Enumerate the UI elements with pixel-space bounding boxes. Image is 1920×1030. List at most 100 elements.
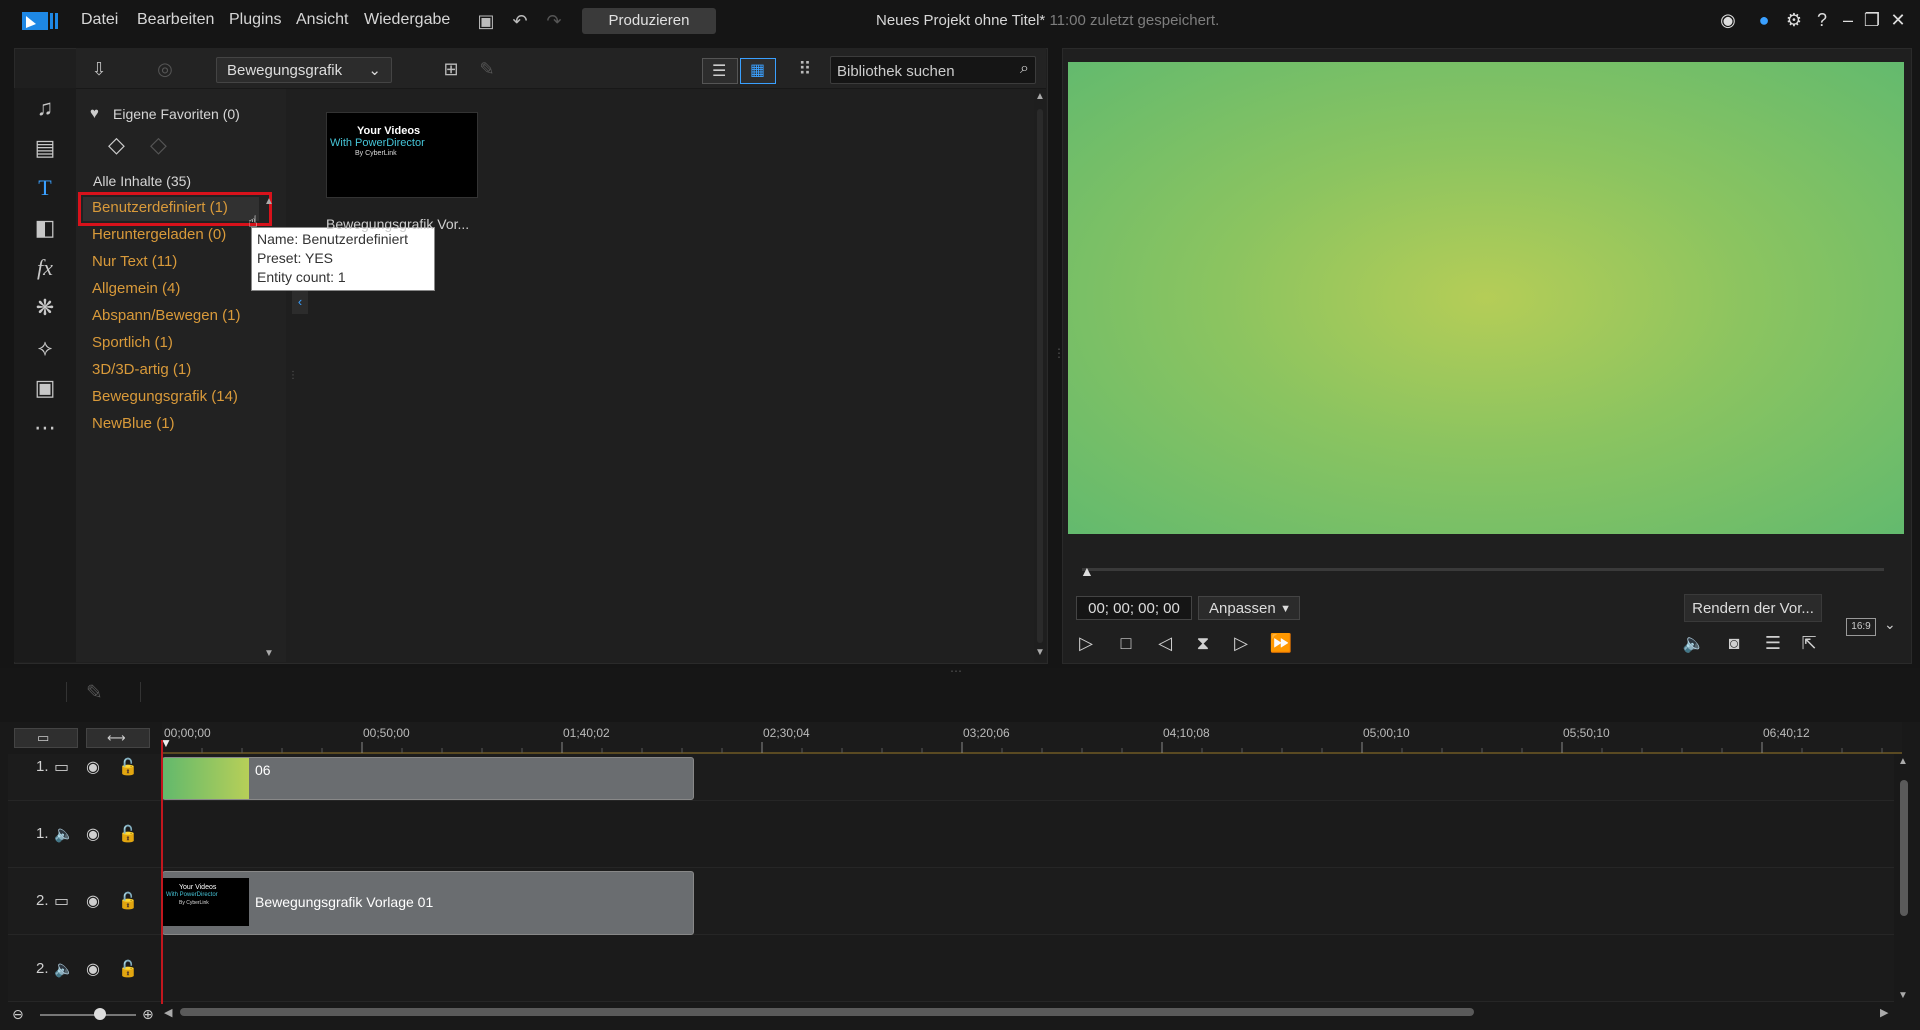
minimize-icon[interactable]: – (1836, 8, 1860, 32)
library-search[interactable]: ⌕ (830, 56, 1036, 84)
settings-list-icon[interactable]: ☰ (1760, 630, 1786, 656)
fit-timeline-button[interactable]: ⟷ (86, 728, 150, 748)
play-icon[interactable]: ▷ (1073, 630, 1099, 656)
templates-room-icon[interactable]: ▤ (14, 130, 76, 166)
menu-plugins[interactable]: Plugins (229, 11, 281, 29)
particle-room-icon[interactable]: ⟡ (14, 330, 76, 366)
category-dropdown[interactable]: Bewegungsgrafik ⌄ (216, 57, 392, 83)
timeline-horizontal-scroll-thumb[interactable] (180, 1008, 1474, 1016)
save-icon[interactable]: ▣ (475, 10, 497, 32)
timeline-scroll-down-icon[interactable]: ▼ (1898, 990, 1908, 1001)
preview-scrubber[interactable] (1082, 568, 1884, 571)
scroll-left-icon[interactable]: ◀ (164, 1006, 172, 1019)
scroll-down-icon[interactable]: ▼ (1035, 647, 1045, 658)
snapshot-camera-icon[interactable]: ◙ (1721, 630, 1747, 656)
media-room-icon[interactable]: ♫ (14, 90, 76, 126)
category-sportlich[interactable]: Sportlich (1) (92, 334, 173, 351)
volume-icon[interactable]: 🔈 (1681, 630, 1707, 656)
template-thumbnail[interactable]: Your Videos With PowerDirector By CyberL… (326, 112, 478, 198)
category-allgemein[interactable]: Allgemein (4) (92, 280, 180, 297)
scroll-right-icon[interactable]: ▶ (1880, 1006, 1888, 1019)
category-scroll-down-icon[interactable]: ▼ (264, 648, 274, 659)
all-content-label[interactable]: Alle Inhalte (35) (93, 173, 191, 189)
new-title-template-icon[interactable]: ⊞ (440, 58, 462, 80)
timeline-clip-color-board[interactable]: 06 (162, 757, 694, 800)
panel-resize-handle[interactable]: ⋮ (288, 370, 298, 381)
fx-room-icon[interactable]: fx (14, 250, 76, 286)
previous-frame-icon[interactable]: ◁ (1152, 630, 1178, 656)
subtitle-room-icon[interactable]: ▣ (14, 370, 76, 406)
category-heruntergeladen[interactable]: Heruntergeladen (0) (92, 226, 226, 243)
redo-icon[interactable]: ↷ (543, 10, 565, 32)
timeline-vertical-scroll-thumb[interactable] (1900, 780, 1908, 916)
track-manager-button[interactable]: ▭ (14, 728, 78, 748)
lock-icon[interactable]: 🔓 (118, 891, 138, 911)
category-nur-text[interactable]: Nur Text (11) (92, 253, 177, 270)
category-abspann-bewegen[interactable]: Abspann/Bewegen (1) (92, 307, 240, 324)
import-media-icon[interactable]: ⇩ (88, 58, 110, 80)
fast-forward-icon[interactable]: ⏩ (1268, 630, 1294, 656)
library-vertical-scrollbar[interactable]: ▲ ▼ (1034, 89, 1046, 662)
library-search-input[interactable] (835, 60, 1009, 82)
lock-icon[interactable]: 🔓 (118, 757, 138, 777)
account-icon[interactable]: ◉ (1716, 8, 1740, 32)
aspect-chevron-icon[interactable]: ⌄ (1884, 616, 1896, 633)
timeline-ruler[interactable] (162, 722, 1902, 754)
produce-button[interactable]: Produzieren (582, 8, 716, 34)
split-icon[interactable]: ⧗ (1190, 630, 1216, 656)
scrubber-handle[interactable]: ▲ (1080, 563, 1094, 579)
zoom-slider-knob[interactable] (94, 1008, 106, 1020)
zoom-slider[interactable] (40, 1014, 136, 1016)
menu-ansicht[interactable]: Ansicht (296, 11, 348, 29)
settings-gear-icon[interactable]: ⚙ (1782, 8, 1806, 32)
zoom-out-icon[interactable]: ⊖ (12, 1006, 24, 1023)
grid-view-button[interactable]: ▦ (740, 58, 776, 84)
edit-pen-icon[interactable]: ✎ (86, 680, 103, 705)
notification-icon[interactable]: ● (1752, 8, 1776, 32)
timeline-clip-motion-graphic[interactable]: Your Videos With PowerDirector By CyberL… (162, 871, 694, 935)
add-tag-icon[interactable]: ◇ (108, 132, 125, 158)
list-view-button[interactable]: ☰ (702, 58, 738, 84)
visibility-eye-icon[interactable]: ◉ (86, 959, 100, 979)
small-grid-icon[interactable]: ⠿ (794, 58, 816, 80)
zoom-in-icon[interactable]: ⊕ (142, 1006, 154, 1023)
search-icon[interactable]: ⌕ (1020, 60, 1029, 78)
category-3d[interactable]: 3D/3D-artig (1) (92, 361, 191, 378)
menu-bearbeiten[interactable]: Bearbeiten (137, 11, 214, 29)
visibility-eye-icon[interactable]: ◉ (86, 757, 100, 777)
category-newblue[interactable]: NewBlue (1) (92, 415, 175, 432)
close-icon[interactable]: ✕ (1886, 8, 1910, 32)
edit-tag-icon[interactable]: ◇ (150, 132, 167, 158)
download-content-icon[interactable]: ◎ (154, 58, 176, 80)
visibility-eye-icon[interactable]: ◉ (86, 824, 100, 844)
undo-icon[interactable]: ↶ (509, 10, 531, 32)
next-frame-icon[interactable]: ▷ (1228, 630, 1254, 656)
horizontal-splitter-handle[interactable]: ⋯ (950, 664, 962, 678)
category-bewegungsgrafik[interactable]: Bewegungsgrafik (14) (92, 388, 238, 405)
restore-icon[interactable]: ❐ (1860, 8, 1884, 32)
lock-icon[interactable]: 🔓 (118, 959, 138, 979)
stop-icon[interactable]: □ (1113, 630, 1139, 656)
favorites-label[interactable]: Eigene Favoriten (0) (113, 106, 240, 122)
render-preview-button[interactable]: Rendern der Vor... (1684, 594, 1822, 622)
collapse-panel-icon[interactable]: ‹ (292, 290, 308, 314)
pip-room-icon[interactable]: ❋ (14, 290, 76, 326)
fit-dropdown[interactable]: Anpassen ▼ (1198, 596, 1300, 620)
undock-preview-icon[interactable]: ⇱ (1796, 630, 1822, 656)
lock-icon[interactable]: 🔓 (118, 824, 138, 844)
timeline-scroll-up-icon[interactable]: ▲ (1898, 756, 1908, 767)
scroll-up-icon[interactable]: ▲ (1035, 91, 1045, 102)
timecode-display[interactable]: 00; 00; 00; 00 (1076, 596, 1192, 620)
menu-wiedergabe[interactable]: Wiedergabe (364, 11, 450, 29)
aspect-ratio-badge[interactable]: 16:9 (1846, 618, 1876, 636)
help-icon[interactable]: ? (1810, 8, 1834, 32)
more-rooms-icon[interactable]: ⋯ (14, 410, 76, 446)
edit-template-icon[interactable]: ✎ (476, 58, 498, 80)
category-scroll-up-icon[interactable]: ▲ (264, 196, 274, 207)
menu-datei[interactable]: Datei (81, 11, 118, 29)
title-room-icon[interactable]: T (14, 170, 76, 206)
scroll-track[interactable] (1037, 109, 1043, 643)
transition-room-icon[interactable]: ◧ (14, 210, 76, 246)
playhead-line[interactable] (161, 740, 163, 1004)
visibility-eye-icon[interactable]: ◉ (86, 891, 100, 911)
